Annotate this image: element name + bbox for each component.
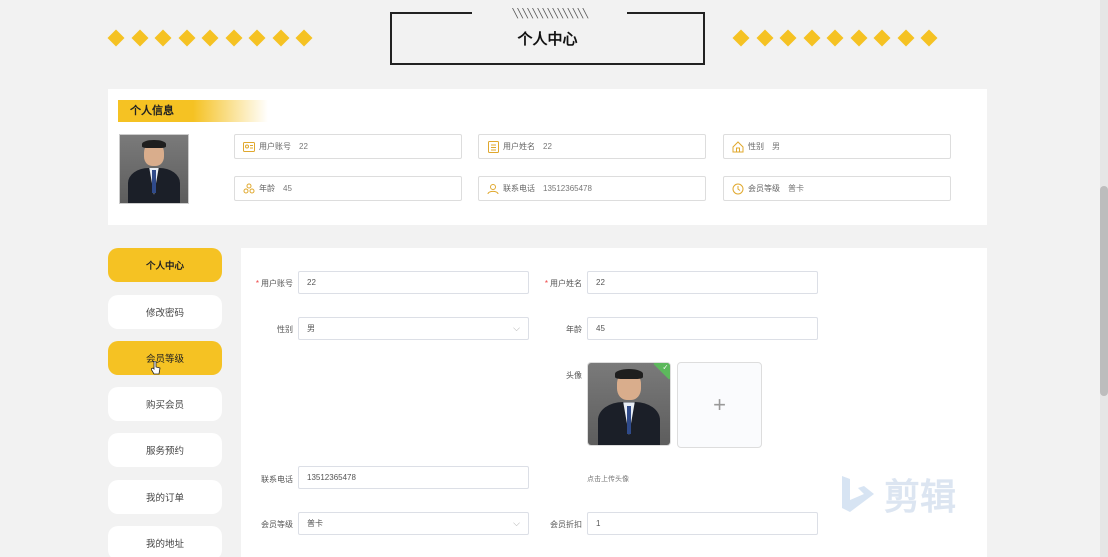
people-icon [243, 183, 255, 195]
sidebar-item-my-address[interactable]: 我的地址 [108, 526, 222, 557]
name-input[interactable]: 22 [587, 271, 818, 294]
decor-diamonds-left [107, 29, 313, 47]
upload-tip: 点击上传头像 [587, 476, 629, 483]
page-scrollbar-thumb[interactable] [1100, 186, 1108, 396]
phone-label: 联系电话 [261, 475, 293, 484]
info-field-gender: 性别男 [723, 134, 951, 159]
age-label: 年龄 [566, 325, 582, 334]
info-field-age: 年龄 45 [234, 176, 462, 201]
discount-input[interactable]: 1 [587, 512, 818, 535]
user-icon [487, 183, 499, 195]
sidebar-item-my-orders[interactable]: 我的订单 [108, 480, 222, 514]
page-title-box: ╲╲╲╲╲╲╲╲╲╲╲╲╲╲╲ 个人中心 [390, 8, 705, 65]
sidebar-item-buy-membership[interactable]: 购买会员 [108, 387, 222, 421]
avatar [119, 134, 189, 204]
title-hatch-decor: ╲╲╲╲╲╲╲╲╲╲╲╲╲╲╲ [472, 8, 627, 20]
sidebar-item-personal-center[interactable]: 个人中心 [108, 248, 222, 282]
level-label: 会员等级 [261, 520, 293, 529]
chevron-down-icon: ⌵ [513, 518, 520, 528]
sidebar-item-service-booking[interactable]: 服务预约 [108, 433, 222, 467]
level-select[interactable]: 普卡 ⌵ [298, 512, 529, 535]
list-icon [487, 140, 499, 153]
avatar-preview[interactable]: ✓ [587, 362, 671, 446]
sidebar-item-change-password[interactable]: 修改密码 [108, 295, 222, 329]
info-field-name: 用户姓名 22 [478, 134, 706, 159]
chevron-down-icon: ⌵ [513, 323, 520, 333]
clock-icon [732, 183, 744, 195]
info-field-phone: 联系电话 13512365478 [478, 176, 706, 201]
home-icon [732, 140, 744, 153]
avatar-upload-button[interactable]: + [677, 362, 762, 448]
name-label: * 用户姓名 [544, 279, 582, 288]
watermark-logo-icon [842, 476, 874, 512]
mouse-pointer-icon [151, 361, 161, 375]
age-input[interactable]: 45 [587, 317, 818, 340]
discount-label: 会员折扣 [550, 520, 582, 529]
decor-diamonds-right [732, 29, 938, 47]
gender-select[interactable]: 男 ⌵ [298, 317, 529, 340]
id-card-icon [243, 141, 255, 153]
account-label: * 用户账号 [255, 279, 293, 288]
avatar-label: 头像 [566, 371, 582, 380]
info-field-level: 会员等级 普卡 [723, 176, 951, 201]
info-field-account: 用户账号 22 [234, 134, 462, 159]
watermark: 剪辑 [838, 468, 956, 520]
personal-info-card: 个人信息 用户账号 22 用户姓名 22 性别男 年龄 45 联系电话 13512365… [108, 89, 987, 225]
page-title: 个人中心 [517, 31, 578, 48]
sidebar-item-member-level[interactable]: 会员等级 [108, 341, 222, 375]
phone-input[interactable]: 13512365478 [298, 466, 529, 489]
account-input[interactable]: 22 [298, 271, 529, 294]
personal-info-tag: 个人信息 [118, 100, 268, 122]
gender-label: 性别 [277, 325, 293, 334]
